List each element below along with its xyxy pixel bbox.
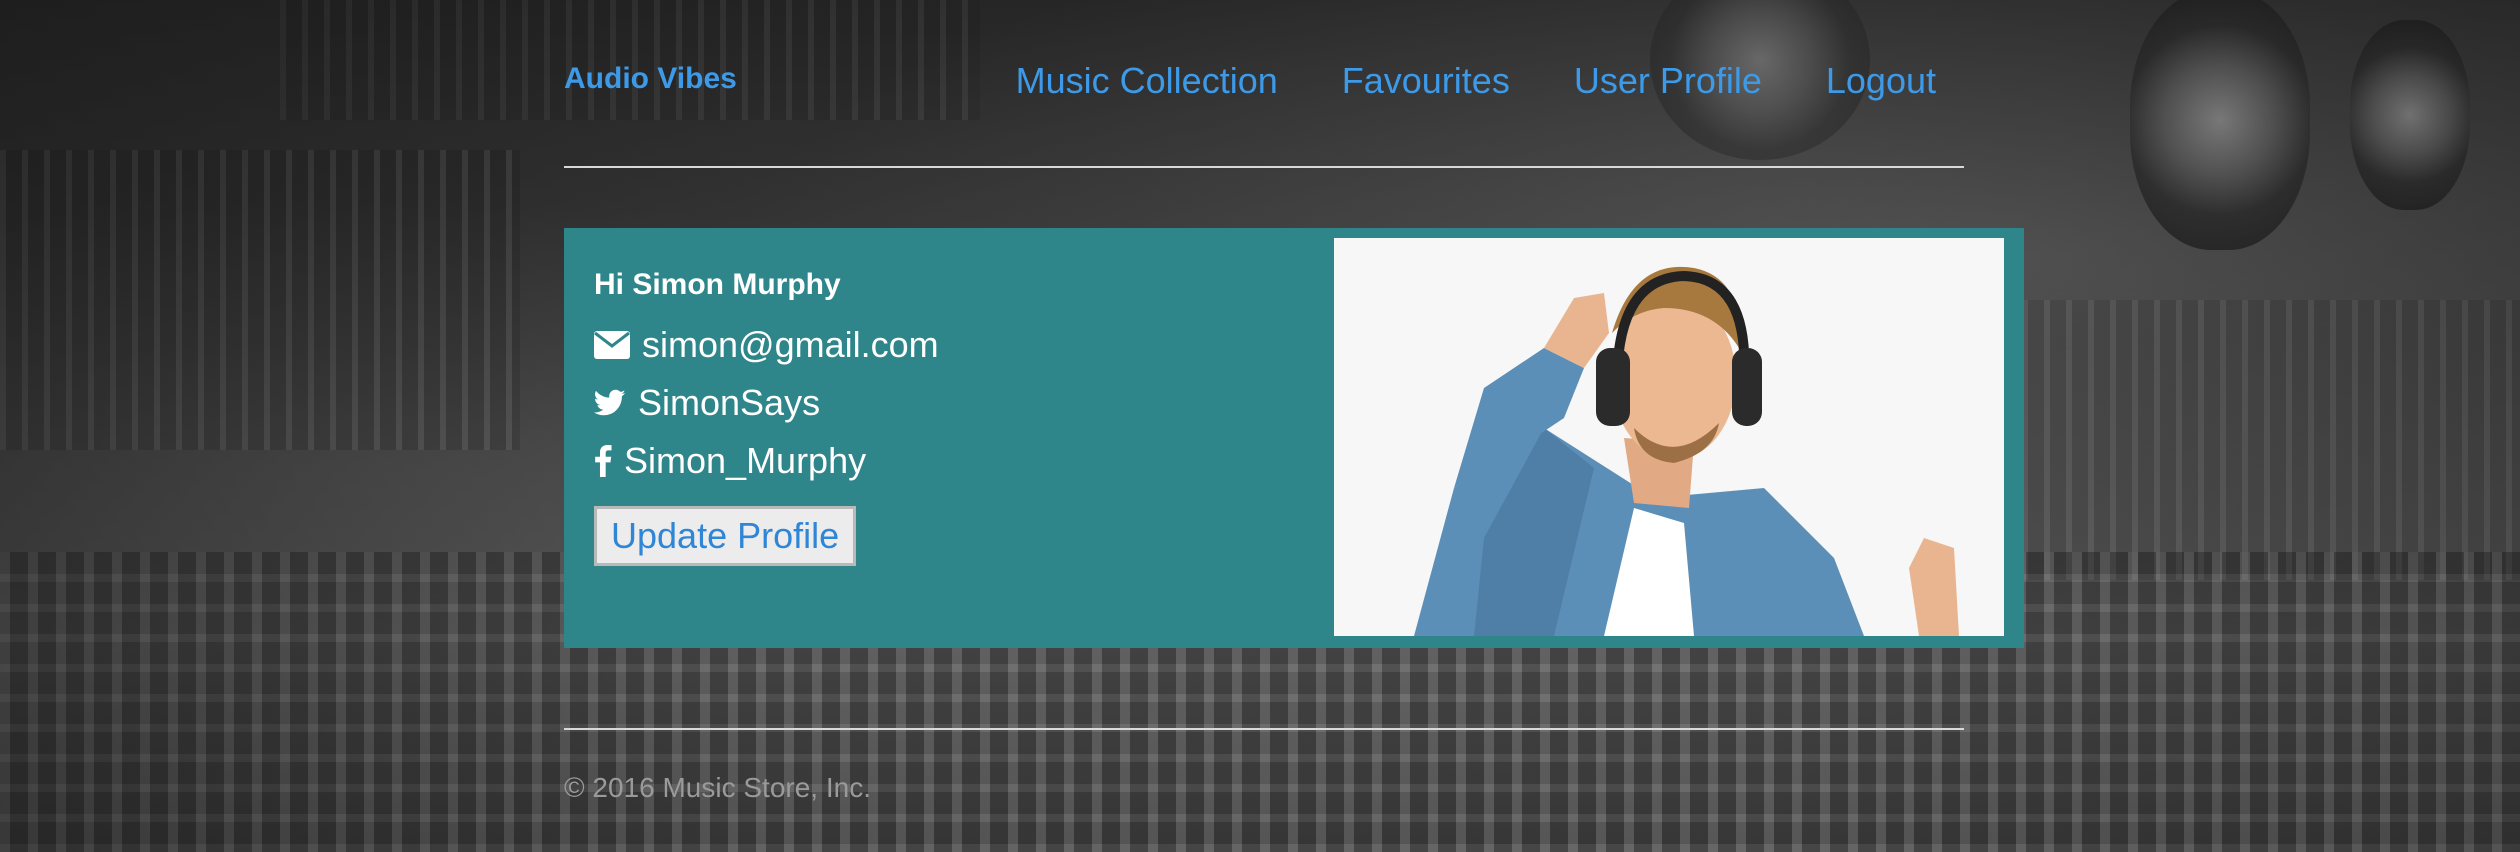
brand-logo[interactable]: Audio Vibes (564, 62, 737, 96)
nav-logout[interactable]: Logout (1826, 60, 1936, 102)
header-divider (564, 166, 1964, 168)
envelope-icon (594, 331, 630, 359)
nav-music-collection[interactable]: Music Collection (1016, 60, 1278, 102)
profile-email: simon@gmail.com (642, 324, 939, 365)
profile-photo (1334, 238, 2004, 636)
update-profile-button[interactable]: Update Profile (594, 506, 857, 566)
nav-links: Music Collection Favourites User Profile… (1016, 60, 1936, 102)
top-navbar: Audio Vibes Music Collection Favourites … (564, 0, 1964, 168)
profile-card: Hi Simon Murphy simon@gmail.com SimonSay… (564, 228, 2024, 648)
page-container: Audio Vibes Music Collection Favourites … (564, 0, 2024, 803)
facebook-row: Simon_Murphy (594, 432, 939, 490)
facebook-icon (594, 445, 612, 477)
nav-user-profile[interactable]: User Profile (1574, 60, 1762, 102)
footer-copyright: © 2016 Music Store, Inc. (564, 772, 871, 803)
footer-divider (564, 728, 1964, 730)
profile-greeting: Hi Simon Murphy (594, 268, 841, 301)
man-with-headphones-illustration (1334, 238, 2004, 636)
nav-favourites[interactable]: Favourites (1342, 60, 1510, 102)
profile-info: Hi Simon Murphy simon@gmail.com SimonSay… (594, 268, 939, 566)
profile-facebook: Simon_Murphy (624, 440, 867, 481)
email-row: simon@gmail.com (594, 316, 939, 374)
twitter-row: SimonSays (594, 374, 939, 432)
profile-twitter: SimonSays (638, 382, 821, 423)
twitter-icon (594, 389, 626, 417)
